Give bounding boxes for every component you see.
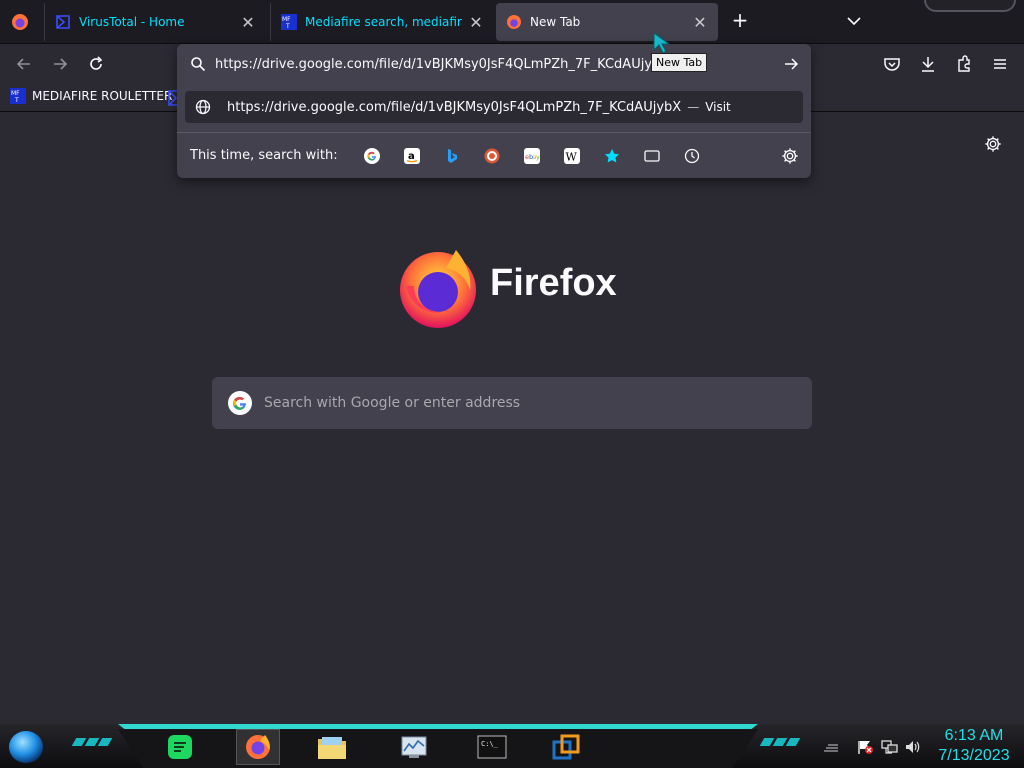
amazon-icon[interactable]: a	[392, 142, 432, 170]
close-tab-icon[interactable]: ✕	[468, 13, 484, 32]
google-icon	[228, 391, 252, 415]
window-frame-decoration	[924, 0, 1016, 12]
firefox-icon[interactable]	[236, 729, 280, 765]
task-manager-icon[interactable]	[392, 729, 436, 765]
volume-icon[interactable]	[904, 739, 922, 755]
taskbar-glow	[118, 724, 758, 729]
urlbar-dropdown: https://drive.google.com/file/d/1vBJKMsy…	[177, 44, 811, 178]
result-action-label: Visit	[705, 100, 731, 114]
svg-text:T: T	[14, 97, 19, 104]
svg-text:MF: MF	[282, 16, 291, 23]
close-tab-icon[interactable]: ✕	[240, 13, 256, 32]
globe-icon	[195, 99, 211, 115]
result-separator: —	[687, 100, 700, 114]
forward-arrow-icon[interactable]	[50, 54, 70, 74]
newtab-search-box[interactable]	[212, 377, 812, 429]
firefox-icon	[507, 15, 521, 29]
virustotal-icon	[56, 15, 70, 29]
file-explorer-icon[interactable]	[310, 729, 354, 765]
customize-gear-icon[interactable]	[984, 135, 1002, 153]
ebay-icon[interactable]: ebay	[512, 142, 552, 170]
downloads-icon[interactable]	[918, 54, 938, 74]
result-url: https://drive.google.com/file/d/1vBJKMsy…	[227, 99, 682, 115]
bing-icon[interactable]	[432, 142, 472, 170]
taskbar-clock[interactable]: 6:13 AM 7/13/2023	[932, 726, 1016, 766]
newtab-search-input[interactable]	[264, 395, 812, 411]
reload-icon[interactable]	[86, 54, 106, 74]
show-hidden-icons-icon[interactable]	[822, 739, 840, 755]
taskbar-frame	[118, 729, 758, 768]
one-off-label: This time, search with:	[190, 148, 338, 163]
bookmark-label: MEDIAFIRE ROULETTER	[32, 89, 173, 103]
urlbar-result-visit[interactable]: https://drive.google.com/file/d/1vBJKMsy…	[185, 91, 803, 123]
clock-time: 6:13 AM	[944, 727, 1004, 744]
wikipedia-icon[interactable]: W	[552, 142, 592, 170]
virtualbox-icon[interactable]	[544, 729, 588, 765]
network-icon[interactable]	[880, 739, 898, 755]
start-button-icon[interactable]	[8, 730, 44, 764]
extensions-icon[interactable]	[954, 54, 974, 74]
tab-title: New Tab	[530, 15, 581, 29]
clock-date: 7/13/2023	[938, 747, 1010, 764]
new-tab-plus-icon[interactable]: +	[730, 10, 750, 31]
search-icon	[191, 57, 206, 72]
firefox-logo-icon	[400, 250, 476, 328]
close-tab-icon[interactable]: ✕	[692, 13, 708, 32]
tab-new-tab[interactable]: New Tab ✕	[496, 3, 718, 41]
taskbar-decoration-left	[71, 738, 113, 748]
action-center-flag-icon[interactable]	[856, 739, 874, 755]
svg-text:MF: MF	[11, 90, 20, 97]
tab-title: VirusTotal - Home	[79, 15, 185, 29]
taskbar-decoration-right	[759, 738, 801, 748]
one-off-search-bar: This time, search with: a ebay W	[177, 132, 811, 178]
bookmark-mediafire-rouletter[interactable]: MF T MEDIAFIRE ROULETTER	[10, 88, 172, 104]
svg-text:C:\_: C:\_	[481, 740, 499, 748]
chevron-down-icon[interactable]	[844, 11, 864, 31]
search-settings-gear-icon[interactable]	[781, 147, 799, 165]
svg-text:y: y	[536, 153, 540, 161]
svg-text:T: T	[285, 23, 290, 30]
mft-icon: MF T	[10, 88, 26, 104]
svg-text:W: W	[565, 150, 577, 163]
firefox-wordmark: Firefox	[490, 262, 617, 304]
pocket-icon[interactable]	[882, 54, 902, 74]
back-arrow-icon[interactable]	[14, 54, 34, 74]
google-icon[interactable]	[352, 142, 392, 170]
tab-virustotal[interactable]: VirusTotal - Home ✕	[44, 3, 266, 41]
svg-text:a: a	[408, 151, 415, 162]
tab-tooltip: New Tab	[651, 53, 708, 72]
tab-mediafire-search[interactable]: MF T Mediafire search, mediafire search …	[270, 3, 494, 41]
command-prompt-icon[interactable]: C:\_	[470, 729, 514, 765]
tab-title: Mediafire search, mediafire search	[305, 15, 462, 29]
history-icon[interactable]	[672, 142, 712, 170]
duckduckgo-icon[interactable]	[472, 142, 512, 170]
go-arrow-icon[interactable]	[783, 56, 799, 72]
tab-strip: VirusTotal - Home ✕ MF T Mediafire searc…	[0, 0, 1024, 44]
firefox-menu-icon[interactable]	[10, 12, 30, 32]
bookmarks-icon[interactable]	[592, 142, 632, 170]
tabs-icon[interactable]	[632, 142, 672, 170]
mft-icon: MF T	[281, 14, 297, 30]
spotify-icon[interactable]	[158, 729, 202, 765]
hamburger-menu-icon[interactable]	[990, 54, 1010, 74]
